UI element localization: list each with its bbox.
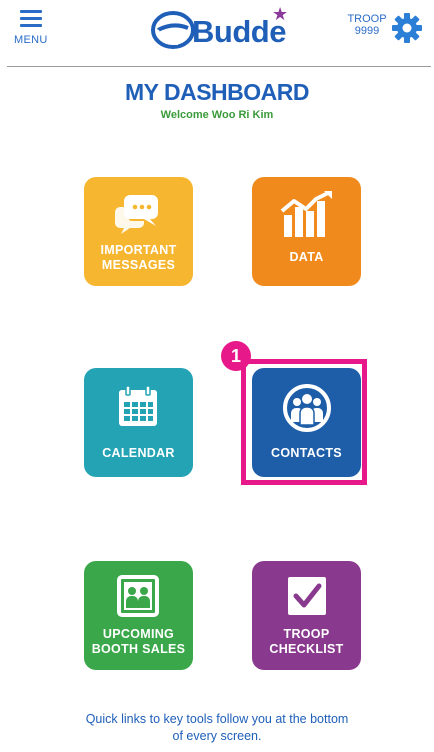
tile-label-line1: TROOP (283, 627, 330, 641)
quick-links-note: Quick links to key tools follow you at t… (40, 711, 394, 745)
data-tile[interactable]: DATA (252, 177, 361, 286)
tile-label-line2: CHECKLIST (269, 642, 344, 656)
troop-label-line1: TROOP (347, 13, 387, 25)
header-divider (7, 66, 431, 67)
contacts-highlight-box (241, 359, 367, 485)
troop-label: TROOP 9999 (345, 13, 389, 37)
upcoming-booth-sales-tile[interactable]: UPCOMING BOOTH SALES (84, 561, 193, 670)
menu-icon-bar (20, 24, 42, 27)
calendar-icon (119, 385, 157, 426)
gear-icon (392, 13, 422, 43)
calendar-tile[interactable]: CALENDAR (84, 368, 193, 477)
speech-bubbles-icon (115, 195, 158, 234)
troop-checklist-tile[interactable]: TROOP CHECKLIST (252, 561, 361, 670)
ebudde-logo: Budde ★ (148, 4, 298, 54)
quick-links-note-line2: of every screen. (172, 729, 262, 743)
menu-button[interactable]: MENU (14, 10, 54, 46)
star-icon: ★ (272, 4, 289, 24)
menu-icon (20, 10, 42, 13)
tile-label: CALENDAR (102, 446, 175, 460)
important-messages-tile[interactable]: IMPORTANT MESSAGES (84, 177, 193, 286)
tile-label-line1: IMPORTANT (100, 243, 177, 257)
app-header: MENU Budde ★ TROOP 9999 (0, 0, 434, 66)
tile-label-line2: BOOTH SALES (91, 642, 186, 656)
troop-number: 9999 (354, 25, 380, 37)
tile-label: IMPORTANT MESSAGES (84, 243, 193, 273)
logo-e-icon (151, 11, 195, 49)
booth-icon (117, 575, 159, 617)
page-title: MY DASHBOARD (125, 79, 309, 105)
welcome-text: Welcome Woo Ri Kim (160, 109, 274, 121)
tile-label: DATA (289, 250, 324, 264)
quick-links-note-line1: Quick links to key tools follow you at t… (85, 712, 349, 726)
menu-icon-bar (20, 17, 42, 20)
tile-label: UPCOMING BOOTH SALES (84, 627, 193, 657)
troop-settings-button[interactable]: TROOP 9999 (345, 12, 425, 46)
step-callout-badge: 1 (221, 341, 251, 371)
chart-icon (280, 191, 332, 237)
menu-label: MENU (14, 34, 48, 46)
tile-label: TROOP CHECKLIST (252, 627, 361, 657)
tile-label-line1: UPCOMING (102, 627, 175, 641)
tile-label-line2: MESSAGES (101, 258, 176, 272)
checklist-icon (288, 577, 326, 615)
